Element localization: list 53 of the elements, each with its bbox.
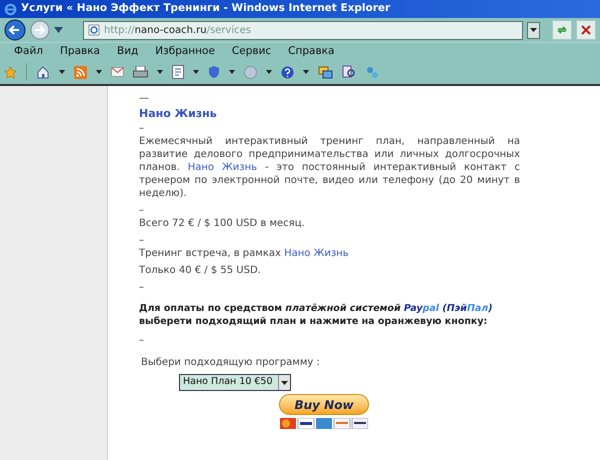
shield-icon[interactable] [208,65,220,79]
refresh-button[interactable] [552,20,572,40]
menu-item[interactable]: Вид [116,44,138,60]
refresh-icon [556,24,568,36]
plan-heading[interactable]: Нано Жизнь [139,107,217,120]
paragraph: Только 40 € / $ 55 USD. [139,264,262,277]
page-icon [88,24,100,36]
separator-dash: – [139,123,144,134]
menu-item[interactable]: Файл [14,44,44,60]
address-field[interactable]: http://nano-coach.ru/services [83,20,523,40]
dropdown-caret-icon[interactable] [54,27,63,33]
caret-icon[interactable] [193,70,199,74]
caret-icon[interactable] [266,70,272,74]
close-icon [581,25,591,35]
separator-dash: – [139,335,144,346]
url-text: http://nano-coach.ru/services [104,24,251,38]
paragraph: Всего 72 € / $ 100 USD в месяц. [139,217,306,230]
mail-icon[interactable] [111,67,124,77]
help-icon[interactable] [281,66,294,78]
menu-item[interactable]: Избранное [155,44,215,60]
messenger-icon[interactable] [318,66,333,78]
menu-item[interactable]: Правка [60,44,100,60]
paragraph: Тренинг встреча, в рамках Нано Жизнь [139,247,350,260]
page-menu-icon[interactable] [172,65,184,79]
caret-icon[interactable] [229,70,235,74]
paragraph: Ежемесячный интерактивный тренинг план, направленный на развитие делового предпринимательства или личных долгосрочных планов. Нано Жизнь - это постоянный интерактивный контакт с тренером по электронной почте, видео или телефону (до 20 минут в неделю). [139,135,520,200]
plan-link[interactable]: Нано Жизнь [188,162,258,173]
separator-dash: — [139,93,149,104]
menu-item[interactable]: Сервис [232,44,272,60]
caret-icon[interactable] [303,70,309,74]
home-icon[interactable] [36,65,50,79]
printer-icon[interactable] [133,66,148,78]
address-dropdown-button[interactable] [527,22,540,38]
buy-now-button[interactable]: Buy Now [279,394,369,415]
window-title: Услуги « Нано Эффект Тренинги - Windows Internet Explorer [21,1,390,16]
caret-icon[interactable] [96,70,102,74]
separator-dash: – [139,205,144,216]
stop-button[interactable] [576,20,596,40]
favorites-star-icon[interactable] [4,66,17,78]
plan-link[interactable]: Нано Жизнь [284,248,349,259]
caret-icon[interactable] [59,70,65,74]
separator-dash: – [139,282,144,293]
paragraph: Для оплаты по средством платёжной системой Paypal (ПэйПал) выберети подходящий план и нажмите на оранжевую кнопку: [139,302,494,328]
rss-feed-icon[interactable] [74,66,87,78]
caret-icon [281,380,288,384]
caret-icon[interactable] [157,70,163,74]
select-label: Выбери подходящую программу : [141,356,320,370]
caret-icon [530,28,537,32]
separator-dash: – [139,235,144,246]
back-button[interactable] [4,19,26,41]
menu-item[interactable]: Справка [288,44,334,60]
plan-select[interactable]: Нано План 10 €50 [179,374,291,391]
payment-cards-icon [280,418,368,429]
